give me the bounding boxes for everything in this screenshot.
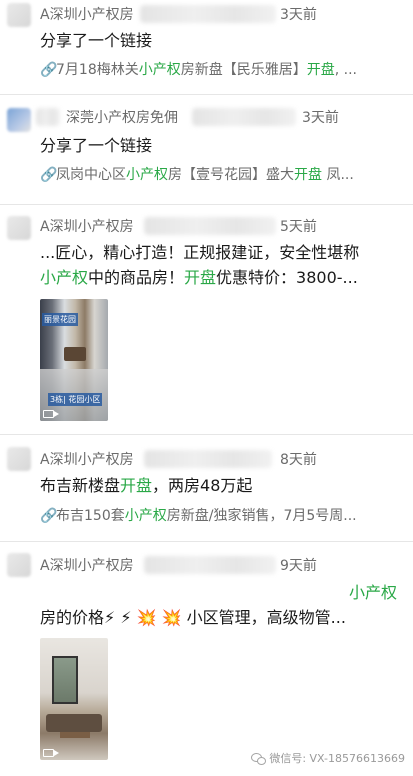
author-name[interactable]: A深圳小产权房 bbox=[40, 4, 134, 24]
post-time: 5天前 bbox=[280, 219, 317, 235]
post-text: 分享了一个链接 bbox=[40, 31, 153, 50]
video-thumbnail[interactable]: 丽景花园 3栋| 花园小区 bbox=[40, 299, 108, 421]
post-header: A深圳小产权房 9天前 bbox=[40, 555, 405, 575]
feed-post[interactable]: A深圳小产权房 9天前 小产权 房的价格⚡ ⚡ 💥 💥 小区管理，高级物管...… bbox=[0, 542, 413, 776]
video-thumbnail[interactable] bbox=[40, 638, 108, 760]
avatar[interactable] bbox=[7, 216, 31, 240]
post-keyword: 小产权 bbox=[348, 583, 397, 602]
window bbox=[52, 656, 78, 704]
blurred-name bbox=[36, 108, 60, 126]
post-text-line: 房的价格⚡ ⚡ 💥 💥 小区管理，高级物管... bbox=[40, 608, 346, 627]
wechat-icon bbox=[251, 752, 267, 765]
post-text: 布吉新楼盘开盘，两房48万起 bbox=[40, 476, 253, 495]
post-time: 8天前 bbox=[280, 452, 317, 468]
avatar[interactable] bbox=[7, 3, 31, 27]
watermark-text: 微信号: VX-18576613669 bbox=[269, 752, 405, 765]
image-tag: 3栋| 花园小区 bbox=[48, 393, 103, 406]
image-tag: 丽景花园 bbox=[42, 313, 78, 326]
link-icon: 🔗 bbox=[40, 62, 58, 78]
shared-link[interactable]: 🔗凤岗中心区小产权房【壹号花园】盛大开盘 凤... bbox=[40, 165, 403, 185]
post-header: A深圳小产权房 8天前 bbox=[40, 449, 405, 469]
feed-post[interactable]: A深圳小产权房 8天前 布吉新楼盘开盘，两房48万起 🔗布吉150套小产权房新盘… bbox=[0, 435, 413, 542]
post-text-line: ...匠心，精心打造！正规报建证，安全性堪称 bbox=[40, 243, 360, 262]
blurred-name bbox=[140, 5, 276, 23]
post-time: 9天前 bbox=[280, 558, 317, 574]
wechat-watermark: 微信号: VX-18576613669 bbox=[251, 750, 405, 766]
link-icon: 🔗 bbox=[40, 167, 58, 183]
blurred-name bbox=[192, 108, 296, 126]
author-name[interactable]: A深圳小产权房 bbox=[40, 555, 134, 575]
blurred-name bbox=[144, 217, 276, 235]
video-icon bbox=[43, 749, 59, 757]
author-name[interactable]: A深圳小产权房 bbox=[40, 449, 134, 469]
post-text: 分享了一个链接 bbox=[40, 136, 153, 155]
shared-link[interactable]: 🔗布吉150套小产权房新盘/独家销售，7月5号周... bbox=[40, 506, 403, 526]
dining-table bbox=[64, 347, 86, 361]
feed-post[interactable]: 深莞小产权房免佣 3天前 分享了一个链接 🔗凤岗中心区小产权房【壹号花园】盛大开… bbox=[0, 95, 413, 205]
avatar[interactable] bbox=[7, 447, 31, 471]
author-name[interactable]: 深莞小产权房免佣 bbox=[66, 107, 178, 127]
avatar[interactable] bbox=[7, 108, 31, 132]
post-time: 3天前 bbox=[302, 110, 339, 126]
post-text-line: 小产权中的商品房！开盘优惠特价：3800-... bbox=[40, 268, 358, 287]
blurred-name bbox=[144, 556, 276, 574]
video-icon bbox=[43, 410, 59, 418]
sofa bbox=[46, 714, 102, 732]
feed-post[interactable]: A深圳小产权房 3天前 分享了一个链接 🔗7月18梅林关小产权房新盘【民乐雅居】… bbox=[0, 0, 413, 95]
post-header: A深圳小产权房 5天前 bbox=[40, 216, 405, 236]
post-header: 深莞小产权房免佣 3天前 bbox=[36, 107, 405, 127]
feed-post[interactable]: A深圳小产权房 5天前 ...匠心，精心打造！正规报建证，安全性堪称 小产权中的… bbox=[0, 205, 413, 435]
author-name[interactable]: A深圳小产权房 bbox=[40, 216, 134, 236]
blurred-name bbox=[144, 450, 272, 468]
post-time: 3天前 bbox=[280, 7, 317, 23]
moments-feed: A深圳小产权房 3天前 分享了一个链接 🔗7月18梅林关小产权房新盘【民乐雅居】… bbox=[0, 0, 413, 776]
avatar[interactable] bbox=[7, 553, 31, 577]
post-header: A深圳小产权房 3天前 bbox=[40, 4, 405, 24]
shared-link[interactable]: 🔗7月18梅林关小产权房新盘【民乐雅居】开盘, ... bbox=[40, 60, 403, 80]
link-icon: 🔗 bbox=[40, 508, 58, 524]
coffee-table bbox=[60, 732, 90, 738]
